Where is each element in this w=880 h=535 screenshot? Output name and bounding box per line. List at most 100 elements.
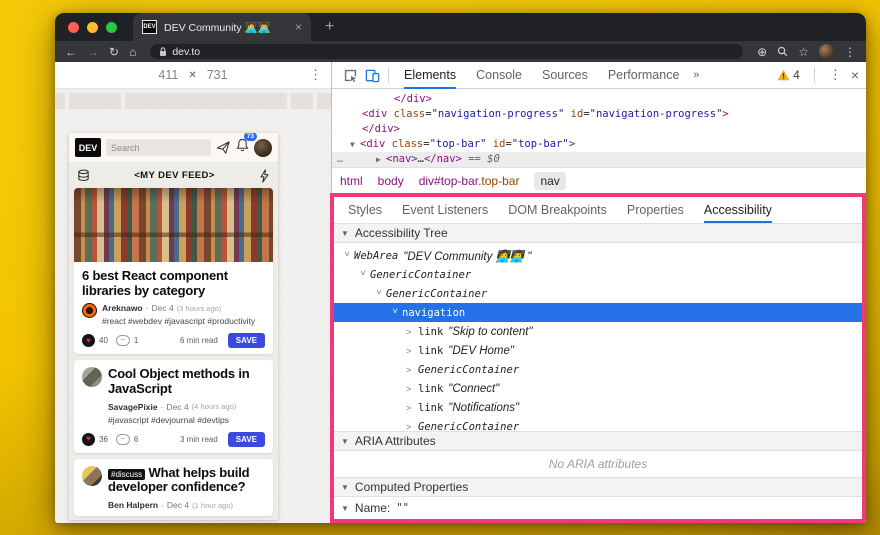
computed-name-row[interactable]: ▼ Name: "" bbox=[334, 497, 862, 519]
lightning-icon[interactable] bbox=[259, 169, 270, 183]
back-icon[interactable]: ← bbox=[65, 46, 77, 58]
save-button[interactable]: SAVE bbox=[228, 432, 265, 447]
post-title[interactable]: Cool Object methods in JavaScript bbox=[108, 367, 265, 396]
tab-close-icon[interactable]: × bbox=[295, 20, 302, 34]
expanded-arrow-icon[interactable]: ▼ bbox=[350, 137, 360, 152]
a11y-tree-node[interactable]: >GenericContainer bbox=[334, 417, 862, 431]
expanded-arrow-icon[interactable]: > bbox=[358, 270, 368, 280]
device-width-field[interactable]: 411 bbox=[158, 68, 178, 82]
author-name[interactable]: Areknawo bbox=[102, 303, 143, 313]
home-icon[interactable]: ⌂ bbox=[129, 46, 136, 58]
media-query-segment[interactable] bbox=[291, 93, 313, 109]
media-query-segment[interactable] bbox=[317, 93, 331, 109]
discuss-badge[interactable]: #discuss bbox=[108, 469, 145, 480]
post-card[interactable]: #discuss What helps build developer conf… bbox=[74, 459, 273, 516]
post-card[interactable]: 6 best React component libraries by cate… bbox=[74, 188, 273, 354]
reading-list-icon[interactable] bbox=[77, 169, 90, 182]
media-query-segment[interactable] bbox=[125, 93, 287, 109]
post-card[interactable]: Cool Object methods in JavaScript SavageP… bbox=[74, 360, 273, 452]
notifications-bell[interactable]: 73 bbox=[236, 138, 249, 157]
console-warnings[interactable]: 4 bbox=[777, 68, 800, 82]
collapsed-arrow-icon[interactable]: ▶ bbox=[376, 152, 386, 167]
a11y-tree-node[interactable]: >link"Connect" bbox=[334, 379, 862, 398]
browser-menu-icon[interactable]: ⋮ bbox=[844, 46, 856, 58]
sidebar-tab-accessibility[interactable]: Accessibility bbox=[704, 197, 772, 223]
collapsed-arrow-icon[interactable]: > bbox=[406, 422, 418, 432]
post-title[interactable]: #discuss What helps build developer conf… bbox=[108, 466, 265, 495]
reactions-heart-icon[interactable]: ♥ bbox=[82, 433, 95, 446]
sidebar-tab-event-listeners[interactable]: Event Listeners bbox=[402, 197, 488, 223]
section-accessibility-tree[interactable]: ▼ Accessibility Tree bbox=[334, 223, 862, 243]
section-computed-properties[interactable]: ▼ Computed Properties bbox=[334, 477, 862, 497]
new-tab-button[interactable]: + bbox=[325, 18, 334, 36]
devtools-menu-icon[interactable]: ⋮ bbox=[829, 67, 842, 83]
expanded-arrow-icon[interactable]: > bbox=[342, 251, 352, 261]
reactions-heart-icon[interactable]: ♥ bbox=[82, 334, 95, 347]
expanded-arrow-icon[interactable]: > bbox=[390, 308, 400, 318]
forward-icon[interactable]: → bbox=[87, 46, 99, 58]
a11y-tree-node[interactable]: >link"DEV Home" bbox=[334, 341, 862, 360]
author-name[interactable]: Ben Halpern bbox=[108, 500, 158, 510]
author-name[interactable]: SavagePixie bbox=[108, 402, 158, 412]
breadcrumb-item[interactable]: div#top-bar.top-bar bbox=[419, 174, 520, 188]
breadcrumb-item[interactable]: nav bbox=[534, 172, 565, 190]
sidebar-tab-styles[interactable]: Styles bbox=[348, 197, 382, 223]
post-cover-image[interactable] bbox=[74, 188, 273, 262]
comments-icon[interactable]: ~ bbox=[116, 434, 130, 445]
address-bar[interactable]: dev.to bbox=[150, 44, 743, 59]
save-button[interactable]: SAVE bbox=[228, 333, 265, 348]
browser-tab[interactable]: DEV DEV Community 👩‍💻👨‍💻 × bbox=[133, 13, 311, 41]
reload-icon[interactable]: ↻ bbox=[109, 46, 119, 58]
author-avatar[interactable] bbox=[82, 303, 97, 318]
post-title[interactable]: 6 best React component libraries by cate… bbox=[82, 269, 265, 298]
devtools-tab-sources[interactable]: Sources bbox=[542, 62, 588, 89]
a11y-tree-node[interactable]: >link"Skip to content" bbox=[334, 322, 862, 341]
author-avatar[interactable] bbox=[82, 367, 102, 387]
post-tags[interactable]: #javascript #devjournal #devtips bbox=[108, 415, 265, 425]
inspect-element-icon[interactable] bbox=[339, 64, 361, 86]
expanded-arrow-icon[interactable]: > bbox=[374, 289, 384, 299]
elements-code-line[interactable]: </div> bbox=[332, 92, 866, 107]
elements-code-line[interactable]: </div> bbox=[332, 122, 866, 137]
a11y-tree-node[interactable]: >GenericContainer bbox=[334, 284, 862, 303]
media-query-segment[interactable] bbox=[55, 93, 65, 109]
comments-icon[interactable]: ~ bbox=[116, 335, 130, 346]
sidebar-tab-properties[interactable]: Properties bbox=[627, 197, 684, 223]
breadcrumb-item[interactable]: body bbox=[378, 174, 404, 188]
more-tabs-icon[interactable]: » bbox=[693, 69, 699, 81]
author-avatar[interactable] bbox=[82, 466, 102, 486]
post-tags[interactable]: #react #webdev #javascript #productivity bbox=[102, 316, 265, 326]
profile-avatar[interactable] bbox=[819, 44, 834, 59]
user-avatar[interactable] bbox=[254, 139, 272, 157]
collapsed-arrow-icon[interactable]: > bbox=[406, 346, 418, 356]
elements-code-line[interactable]: ▼<div class="top-bar" id="top-bar"> bbox=[332, 137, 866, 152]
devtools-close-icon[interactable]: × bbox=[851, 67, 859, 83]
toggle-device-toolbar-icon[interactable] bbox=[361, 64, 383, 86]
dev-logo[interactable]: DEV bbox=[75, 138, 101, 157]
minimize-window-button[interactable] bbox=[87, 22, 98, 33]
a11y-tree-node[interactable]: >link"Notifications" bbox=[334, 398, 862, 417]
elements-code-line[interactable]: …▶<nav>…</nav> == $0 bbox=[332, 152, 866, 167]
devtools-tab-console[interactable]: Console bbox=[476, 62, 522, 89]
a11y-tree-node[interactable]: >GenericContainer bbox=[334, 360, 862, 379]
collapsed-arrow-icon[interactable]: > bbox=[406, 365, 418, 375]
collapsed-arrow-icon[interactable]: > bbox=[406, 384, 418, 394]
device-menu-icon[interactable]: ⋮ bbox=[309, 67, 322, 83]
a11y-tree-node[interactable]: >GenericContainer bbox=[334, 265, 862, 284]
device-height-field[interactable]: 731 bbox=[207, 68, 228, 82]
connect-icon[interactable] bbox=[216, 140, 231, 155]
bookmark-star-icon[interactable]: ☆ bbox=[798, 46, 809, 58]
search-input[interactable]: Search bbox=[106, 139, 211, 156]
zoom-window-button[interactable] bbox=[106, 22, 117, 33]
a11y-tree-node[interactable]: >navigation bbox=[334, 303, 862, 322]
collapsed-arrow-icon[interactable]: > bbox=[406, 327, 418, 337]
a11y-tree-node[interactable]: >WebArea"DEV Community 👩‍💻👨‍💻 " bbox=[334, 246, 862, 265]
elements-code-line[interactable]: <div class="navigation-progress" id="nav… bbox=[332, 107, 866, 122]
sidebar-tab-dom-breakpoints[interactable]: DOM Breakpoints bbox=[508, 197, 607, 223]
collapsed-arrow-icon[interactable]: > bbox=[406, 403, 418, 413]
breadcrumb-item[interactable]: html bbox=[340, 174, 363, 188]
zoom-page-icon[interactable]: ⊕ bbox=[757, 46, 767, 58]
devtools-tab-performance[interactable]: Performance bbox=[608, 62, 680, 89]
media-query-segment[interactable] bbox=[69, 93, 121, 109]
close-window-button[interactable] bbox=[68, 22, 79, 33]
